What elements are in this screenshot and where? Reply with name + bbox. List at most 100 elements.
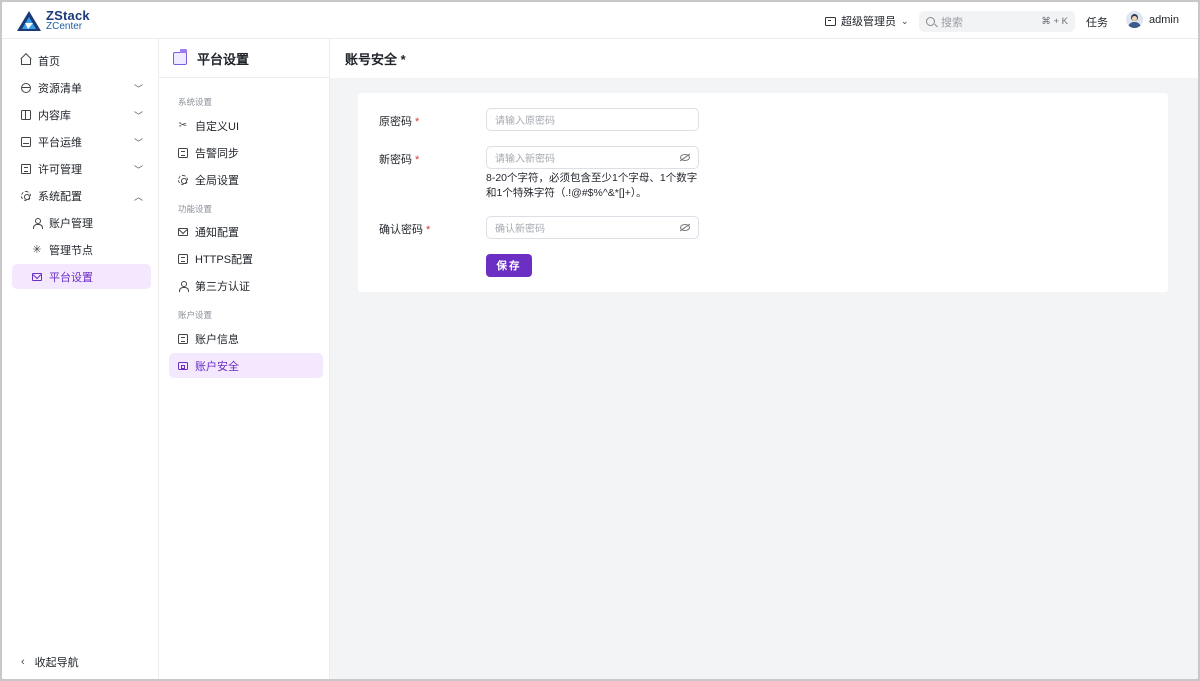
id-card-icon — [178, 362, 188, 370]
old-password-label: 原密码 * — [379, 113, 419, 129]
nav-item-management-nodes[interactable]: ✳ 管理节点 — [12, 237, 151, 262]
settings-item-label: 全局设置 — [195, 174, 239, 187]
nav-item-home[interactable]: 首页 — [12, 48, 151, 73]
required-mark: * — [415, 154, 420, 166]
group-title-features: 功能设置 — [178, 204, 213, 214]
zstack-logo-icon — [17, 11, 41, 31]
old-password-input[interactable]: 请输入原密码 — [486, 108, 699, 131]
logo[interactable]: ZStack ZCenter — [16, 8, 90, 34]
avatar — [1126, 11, 1143, 28]
nav-item-resources[interactable]: 资源清单 ﹀ — [12, 75, 151, 100]
search-shortcut: ⌘ + K — [1041, 16, 1068, 27]
search-box[interactable]: 搜索 ⌘ + K — [919, 11, 1075, 32]
role-switcher[interactable]: 超级管理员 ⌄ — [825, 13, 909, 29]
group-title-account: 账户设置 — [178, 310, 213, 320]
label-text: 原密码 — [379, 116, 412, 128]
settings-item-label: HTTPS配置 — [195, 253, 254, 266]
nav-item-license[interactable]: 许可管理 ﹀ — [12, 156, 151, 181]
settings-item-account-info[interactable]: 账户信息 — [169, 326, 323, 351]
save-button[interactable]: 保存 — [486, 254, 532, 277]
settings-item-label: 账户安全 — [195, 360, 239, 373]
mail-icon — [178, 228, 188, 236]
chevron-up-icon: ︿ — [133, 192, 143, 202]
nav-item-platform-ops[interactable]: 平台运维 ﹀ — [12, 129, 151, 154]
new-password-placeholder: 请输入新密码 — [495, 154, 555, 165]
person-icon — [32, 217, 43, 229]
settings-nav: 平台设置 系统设置 ✂ 自定义UI 告警同步 全局设置 功能设置 通知配置 HT… — [159, 39, 330, 679]
document-icon — [178, 333, 188, 344]
username: admin — [1149, 13, 1179, 26]
gear-icon — [21, 190, 31, 201]
home-icon — [21, 59, 31, 65]
password-form: 原密码 * 请输入原密码 新密码 * 请输入新密码 8-20个字符，必须包含至少1个… — [358, 93, 1168, 292]
nav-label: 账户管理 — [49, 217, 93, 230]
old-password-placeholder: 请输入原密码 — [495, 116, 555, 127]
new-password-input[interactable]: 请输入新密码 — [486, 146, 699, 169]
settings-panel-icon — [173, 48, 187, 65]
nav-item-system-config[interactable]: 系统配置 ︿ — [12, 183, 151, 208]
mail-icon — [32, 273, 42, 281]
globe-icon — [21, 82, 31, 93]
settings-item-notifications[interactable]: 通知配置 — [169, 219, 323, 244]
nav-label: 内容库 — [38, 109, 71, 122]
nav-label: 许可管理 — [38, 163, 82, 176]
clipboard-icon — [178, 147, 188, 158]
role-icon — [825, 16, 836, 26]
nav-label: 系统配置 — [38, 190, 82, 203]
search-placeholder: 搜索 — [941, 16, 963, 29]
eye-off-icon[interactable] — [680, 224, 690, 231]
required-mark: * — [426, 224, 431, 236]
chevron-down-icon: ﹀ — [133, 138, 143, 148]
settings-item-label: 自定义UI — [195, 120, 239, 133]
search-icon — [926, 17, 935, 26]
settings-item-custom-ui[interactable]: ✂ 自定义UI — [169, 113, 323, 138]
eye-off-icon[interactable] — [680, 154, 690, 161]
top-bar: ZStack ZCenter 超级管理员 ⌄ 搜索 ⌘ + K 任务 admin — [2, 2, 1198, 39]
chevron-down-icon: ﹀ — [133, 165, 143, 175]
spark-icon: ✳ — [32, 243, 42, 256]
settings-item-third-party-auth[interactable]: 第三方认证 — [169, 273, 323, 298]
nav-label: 平台运维 — [38, 136, 82, 149]
settings-item-account-security[interactable]: 账户安全 — [169, 353, 323, 378]
settings-item-label: 告警同步 — [195, 147, 239, 160]
nav-item-platform-settings[interactable]: 平台设置 — [12, 264, 151, 289]
role-label: 超级管理员 — [841, 16, 896, 28]
doc-icon — [21, 163, 31, 174]
label-text: 确认密码 — [379, 224, 423, 236]
main-content: 账号安全 * 原密码 * 请输入原密码 新密码 * 请输入新密码 8-20个字符，必… — [330, 39, 1198, 679]
tasks-link[interactable]: 任务 — [1086, 14, 1108, 30]
app-window: ZStack ZCenter 超级管理员 ⌄ 搜索 ⌘ + K 任务 admin… — [2, 2, 1198, 679]
gear-icon — [178, 174, 188, 185]
collapse-nav-button[interactable]: ‹ 收起导航 — [21, 654, 79, 670]
collapse-nav-label: 收起导航 — [34, 657, 79, 669]
nav-item-content-library[interactable]: 内容库 ﹀ — [12, 102, 151, 127]
settings-item-alarm-sync[interactable]: 告警同步 — [169, 140, 323, 165]
confirm-password-input[interactable]: 确认新密码 — [486, 216, 699, 239]
nav-label: 首页 — [38, 55, 60, 68]
settings-item-https[interactable]: HTTPS配置 — [169, 246, 323, 271]
label-text: 新密码 — [379, 154, 412, 166]
user-menu[interactable]: admin — [1126, 11, 1179, 28]
main-header: 账号安全 * — [330, 39, 1198, 78]
settings-item-label: 账户信息 — [195, 333, 239, 346]
confirm-password-placeholder: 确认新密码 — [495, 224, 545, 235]
settings-item-global[interactable]: 全局设置 — [169, 167, 323, 192]
page-title: 账号安全 * — [345, 52, 406, 67]
box-icon — [21, 109, 31, 120]
scissors-icon: ✂ — [178, 119, 188, 131]
chevron-left-icon: ‹ — [21, 656, 25, 668]
tray-icon — [21, 136, 31, 147]
nav-label: 平台设置 — [49, 271, 93, 284]
settings-item-label: 通知配置 — [195, 226, 239, 239]
nav-label: 管理节点 — [49, 244, 93, 257]
brand-name: ZStack — [46, 8, 90, 23]
new-password-label: 新密码 * — [379, 151, 419, 167]
certificate-icon — [178, 253, 188, 264]
chevron-down-icon: ﹀ — [133, 111, 143, 121]
chevron-down-icon: ⌄ — [901, 15, 909, 26]
nav-item-account-management[interactable]: 账户管理 — [12, 210, 151, 235]
settings-nav-title: 平台设置 — [197, 51, 250, 67]
nav-label: 资源清单 — [38, 82, 82, 95]
settings-nav-header: 平台设置 — [159, 39, 330, 78]
confirm-password-label: 确认密码 * — [379, 221, 430, 237]
